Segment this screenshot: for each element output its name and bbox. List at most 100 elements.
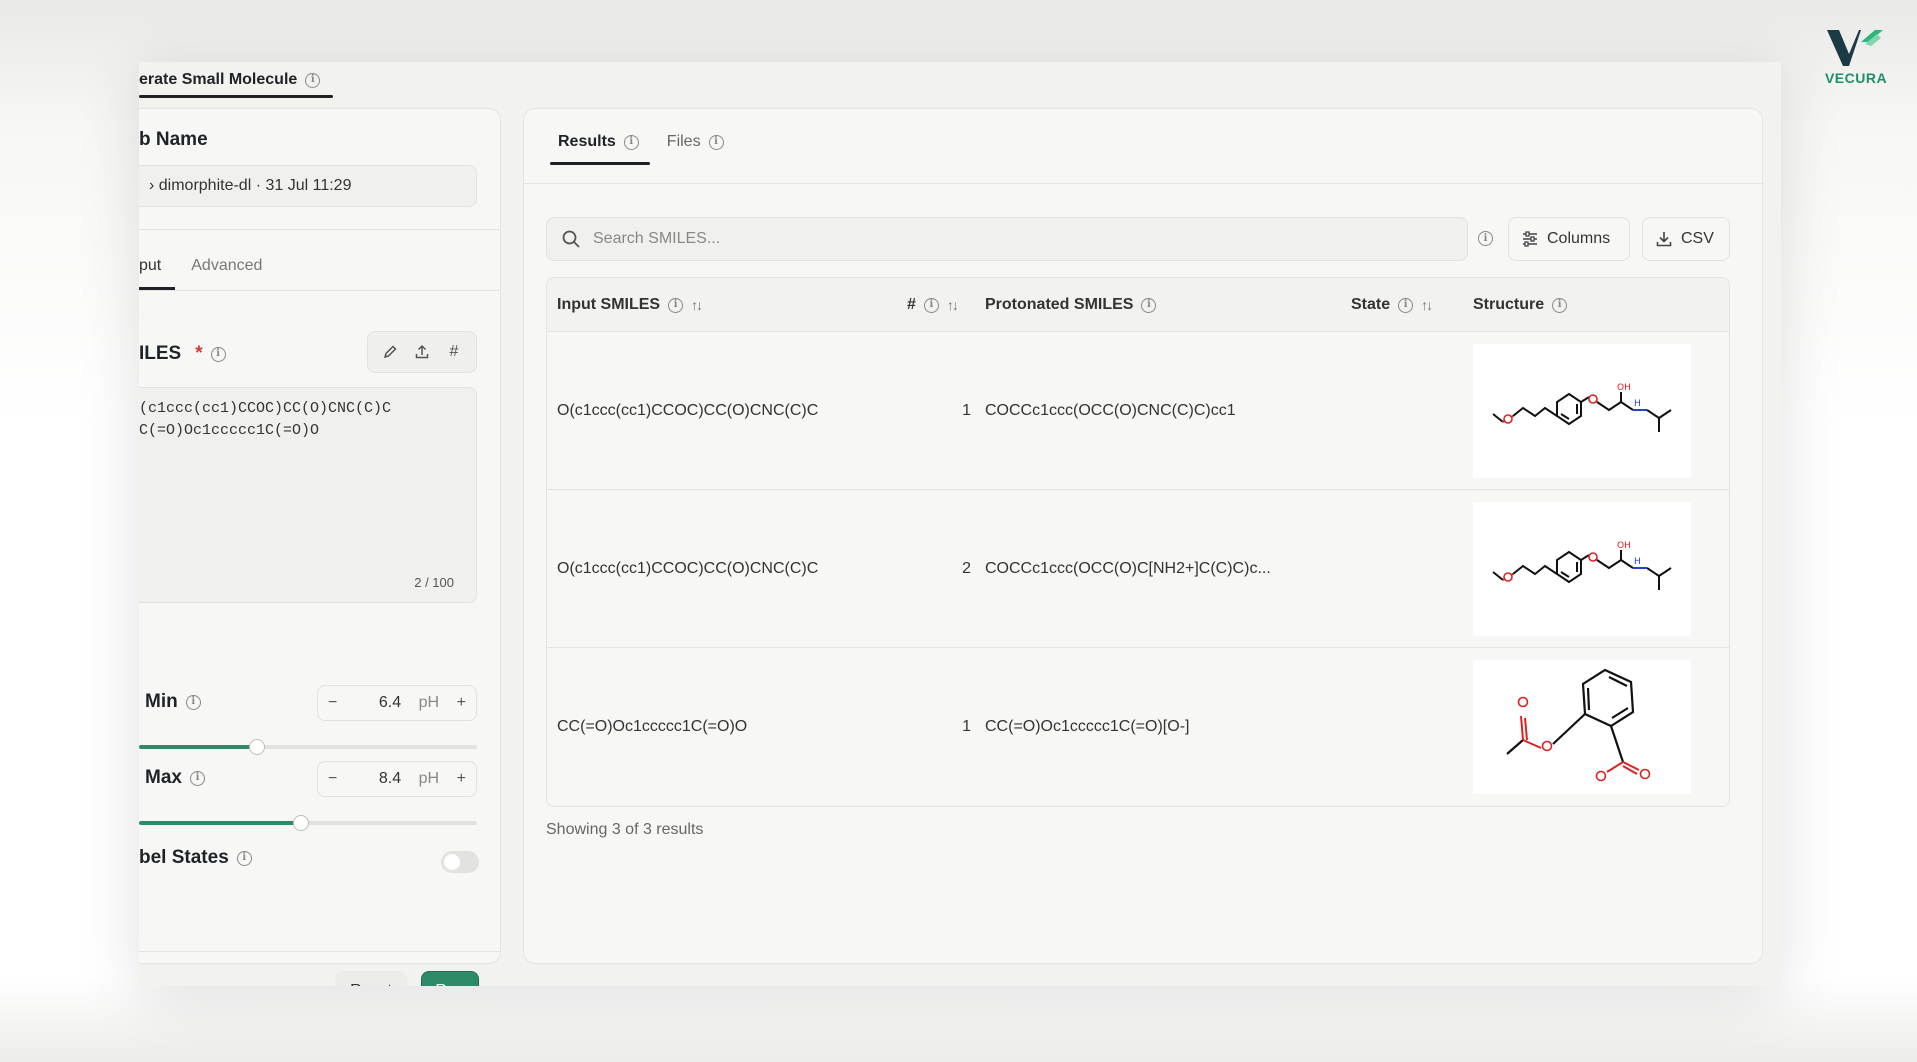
- ph-max-label-text: Max: [145, 767, 182, 788]
- ph-min-slider[interactable]: [139, 739, 477, 755]
- info-icon[interactable]: i: [1478, 231, 1493, 246]
- ph-max-label: Max i: [145, 767, 205, 789]
- smiles-toolbar: #: [367, 331, 477, 373]
- info-icon[interactable]: i: [185, 694, 201, 710]
- tab-results-label: Results: [558, 133, 616, 150]
- table-row[interactable]: O(c1ccc(cc1)CCOC)CC(O)CNC(C)C 1 COCCc1cc…: [547, 332, 1729, 490]
- minus-icon[interactable]: −: [328, 770, 337, 788]
- ph-max-stepper[interactable]: − 8.4 pH +: [317, 761, 477, 797]
- cell-input-smiles: O(c1ccc(cc1)CCOC)CC(O)CNC(C)C: [557, 402, 819, 419]
- required-mark: *: [195, 343, 203, 364]
- ph-min-label-text: Min: [145, 691, 178, 712]
- tab-files[interactable]: Files i: [667, 133, 724, 151]
- columns-button[interactable]: Columns: [1508, 217, 1630, 261]
- label-states-label: bel States i: [139, 847, 252, 869]
- results-tabs: Results i Files i: [558, 133, 724, 151]
- tab-results[interactable]: Results i: [558, 133, 639, 151]
- header-state[interactable]: State i ↑↓: [1351, 278, 1433, 332]
- job-name-field[interactable]: › dimorphite-dl · 31 Jul 11:29: [139, 165, 477, 207]
- sort-icon[interactable]: ↑↓: [947, 297, 959, 313]
- header-count[interactable]: # i ↑↓: [907, 278, 959, 332]
- label-states-toggle[interactable]: [441, 851, 479, 873]
- hash-button[interactable]: #: [440, 338, 468, 366]
- input-sub-tabs: put Advanced: [139, 257, 262, 275]
- ph-min-label: Min i: [145, 691, 201, 713]
- download-icon: [1656, 232, 1672, 247]
- info-icon[interactable]: i: [305, 72, 321, 88]
- header-label: Protonated SMILES: [985, 296, 1134, 313]
- ph-max-slider-handle[interactable]: [293, 815, 310, 831]
- page-tab-underline: [139, 95, 333, 98]
- header-label: State: [1351, 296, 1391, 313]
- smiles-textarea[interactable]: (c1ccc(cc1)CCOC)CC(O)CNC(C)C C(=O)Oc1ccc…: [139, 387, 477, 603]
- info-icon[interactable]: i: [668, 297, 684, 313]
- upload-icon: [415, 344, 429, 359]
- cell-protonated-smiles: CC(=O)Oc1ccccc1C(=O)[O-]: [985, 718, 1190, 735]
- tab-advanced[interactable]: Advanced: [191, 257, 262, 275]
- svg-text:OH: OH: [1617, 383, 1631, 393]
- divider: [139, 290, 501, 291]
- vecura-logo: VECURA: [1822, 28, 1890, 98]
- svg-text:H: H: [1634, 399, 1641, 409]
- search-input[interactable]: [593, 230, 1453, 248]
- cell-count: 1: [962, 402, 971, 419]
- cell-count: 2: [962, 560, 971, 577]
- page-tab-generate-small-molecule[interactable]: erate Small Molecule i: [139, 62, 321, 98]
- results-tab-underline: [550, 162, 650, 165]
- csv-download-button[interactable]: CSV: [1642, 217, 1730, 261]
- ph-max-unit: pH: [418, 770, 440, 787]
- ph-max-slider[interactable]: [139, 815, 477, 831]
- header-structure[interactable]: Structure i: [1473, 278, 1568, 332]
- reset-button[interactable]: Reset: [335, 971, 407, 986]
- structure-image: OH H: [1473, 502, 1691, 636]
- smiles-label-text: ILES: [139, 343, 182, 364]
- csv-button-label: CSV: [1681, 230, 1714, 247]
- edit-button[interactable]: [376, 338, 404, 366]
- info-icon[interactable]: i: [189, 770, 205, 786]
- info-icon[interactable]: i: [210, 346, 226, 362]
- cell-count: 1: [962, 718, 971, 735]
- info-icon[interactable]: i: [1552, 297, 1568, 313]
- table-row[interactable]: O(c1ccc(cc1)CCOC)CC(O)CNC(C)C 2 COCCc1cc…: [547, 490, 1729, 648]
- cell-input-smiles: CC(=O)Oc1ccccc1C(=O)O: [557, 718, 748, 735]
- char-count: 2 / 100: [414, 575, 454, 590]
- info-icon[interactable]: i: [623, 134, 639, 150]
- smiles-label: ILES * i: [139, 343, 226, 365]
- minus-icon[interactable]: −: [328, 694, 337, 712]
- vecura-mark-icon: [1827, 30, 1883, 66]
- results-panel: Results i Files i i Colum: [523, 108, 1764, 964]
- tab-files-label: Files: [666, 133, 701, 150]
- tab-input[interactable]: put: [139, 257, 161, 275]
- pencil-icon: [383, 345, 397, 359]
- table-header: Input SMILES i ↑↓ # i ↑↓ Protonated SMIL…: [547, 278, 1729, 332]
- sort-icon[interactable]: ↑↓: [691, 297, 703, 313]
- ph-min-slider-handle[interactable]: [249, 739, 266, 755]
- job-name-label: b Name: [139, 129, 208, 150]
- ph-min-stepper[interactable]: − 6.4 pH +: [317, 685, 477, 721]
- sort-icon[interactable]: ↑↓: [1421, 297, 1433, 313]
- results-table: Input SMILES i ↑↓ # i ↑↓ Protonated SMIL…: [546, 277, 1730, 807]
- label-states-text: bel States: [139, 847, 229, 868]
- info-icon[interactable]: i: [236, 850, 252, 866]
- ph-max-slider-fill: [139, 821, 302, 825]
- info-icon[interactable]: i: [708, 134, 724, 150]
- plus-icon[interactable]: +: [457, 770, 466, 788]
- job-name-value: › dimorphite-dl · 31 Jul 11:29: [149, 177, 352, 194]
- info-icon[interactable]: i: [1141, 297, 1157, 313]
- info-icon[interactable]: i: [1398, 297, 1414, 313]
- divider: [139, 951, 501, 952]
- run-button[interactable]: Run: [421, 971, 479, 986]
- plus-icon[interactable]: +: [457, 694, 466, 712]
- sliders-icon: [1523, 231, 1537, 247]
- header-label: Structure: [1473, 296, 1545, 313]
- molecule-structure-icon: [1506, 668, 1651, 782]
- header-protonated-smiles[interactable]: Protonated SMILES i: [985, 278, 1157, 332]
- search-bar: [546, 217, 1468, 261]
- header-input-smiles[interactable]: Input SMILES i ↑↓: [557, 278, 703, 332]
- upload-button[interactable]: [408, 338, 436, 366]
- molecule-structure-icon: OH H: [1492, 541, 1672, 590]
- info-icon[interactable]: i: [923, 297, 939, 313]
- structure-image: OH H: [1473, 344, 1691, 478]
- table-row[interactable]: CC(=O)Oc1ccccc1C(=O)O 1 CC(=O)Oc1ccccc1C…: [547, 648, 1729, 806]
- structure-image: [1473, 660, 1691, 794]
